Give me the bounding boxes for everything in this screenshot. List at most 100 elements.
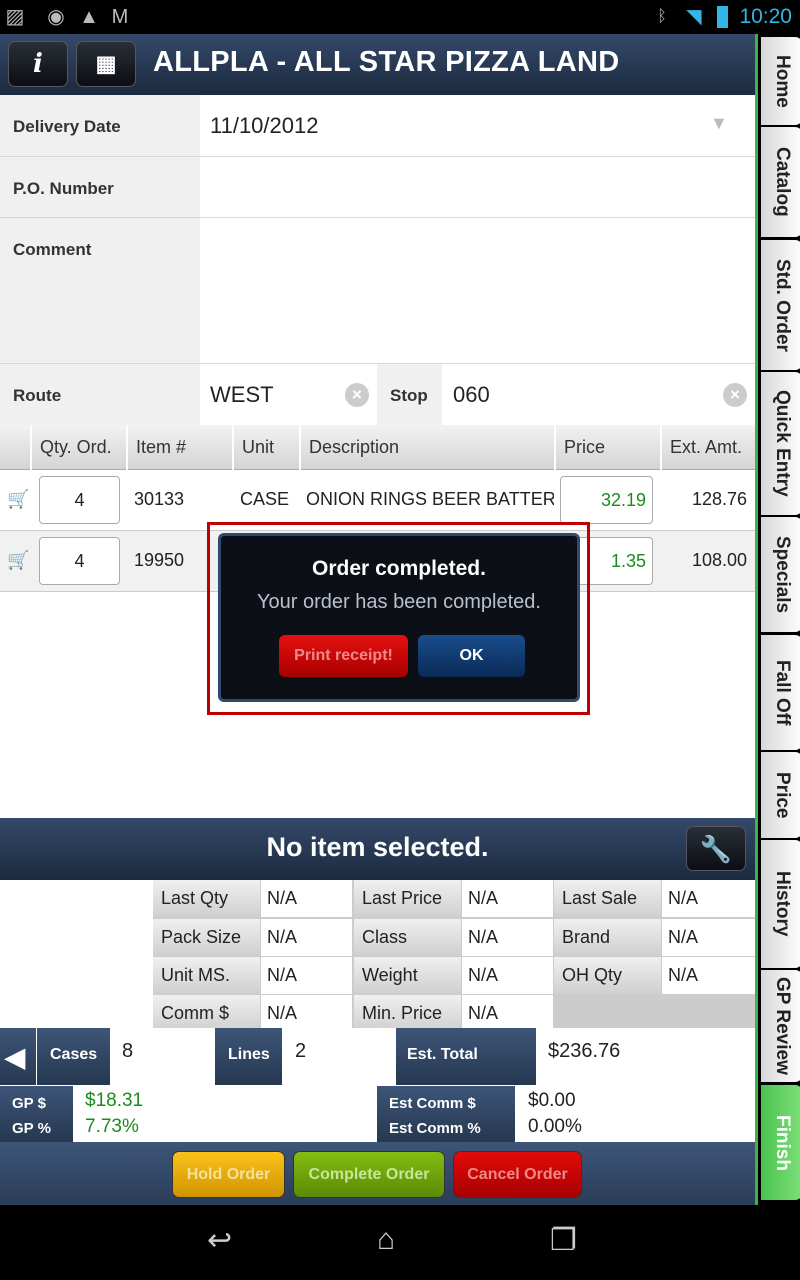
tab-gp-review[interactable]: GP Review bbox=[761, 970, 800, 1082]
col-unit[interactable]: Unit bbox=[232, 425, 299, 470]
tab-fall-off[interactable]: Fall Off bbox=[761, 635, 800, 750]
tab-specials[interactable]: Specials bbox=[761, 517, 800, 632]
settings-button[interactable]: 🔧 bbox=[686, 826, 746, 871]
detail-label: Last Sale bbox=[554, 880, 661, 917]
tab-catalog[interactable]: Catalog bbox=[761, 127, 800, 237]
tab-label: Finish bbox=[772, 1114, 793, 1171]
clear-stop-icon[interactable]: × bbox=[723, 383, 747, 407]
est-comm-dollar-label: Est Comm $ bbox=[389, 1095, 476, 1112]
gmail-icon: M bbox=[111, 6, 129, 28]
detail-label: Comm $ bbox=[153, 995, 260, 1032]
tab-label: Price bbox=[772, 771, 793, 819]
warning-icon: ▲ bbox=[79, 6, 99, 28]
col-ext-amt[interactable]: Ext. Amt. bbox=[660, 425, 755, 470]
detail-value: N/A bbox=[261, 880, 352, 917]
tab-home[interactable]: Home bbox=[761, 37, 800, 125]
item-panel-title: No item selected. bbox=[266, 832, 489, 862]
hold-order-button[interactable]: Hold Order bbox=[172, 1151, 285, 1198]
image-icon: ▨ bbox=[5, 6, 25, 28]
gp-values: $18.31 7.73% bbox=[85, 1088, 143, 1140]
est-comm-values: $0.00 0.00% bbox=[528, 1088, 582, 1140]
description: ONION RINGS BEER BATTERE bbox=[306, 489, 554, 509]
po-number-input[interactable] bbox=[210, 175, 750, 205]
route-input[interactable]: WEST bbox=[210, 382, 274, 408]
delivery-date-row: Delivery Date 11/10/2012 ▼ bbox=[0, 95, 755, 157]
col-description[interactable]: Description bbox=[299, 425, 554, 470]
comment-input[interactable] bbox=[210, 236, 750, 346]
tab-price[interactable]: Price bbox=[761, 752, 800, 838]
delivery-date-select[interactable]: 11/10/2012 bbox=[210, 113, 318, 139]
detail-value: N/A bbox=[662, 957, 755, 994]
tab-std-order[interactable]: Std. Order bbox=[761, 240, 800, 370]
detail-value: N/A bbox=[462, 919, 553, 956]
est-comm-dollar-value: $0.00 bbox=[528, 1090, 576, 1111]
info-button[interactable]: i bbox=[8, 41, 68, 87]
detail-label: Unit MS. bbox=[153, 957, 260, 994]
detail-value: N/A bbox=[462, 995, 553, 1032]
bluetooth-icon: ᛒ bbox=[657, 8, 667, 25]
collapse-arrow-icon[interactable]: ◀ bbox=[0, 1028, 36, 1085]
tab-label: Quick Entry bbox=[772, 390, 793, 497]
print-receipt-button[interactable]: Print receipt! bbox=[279, 635, 408, 677]
table-header: Qty. Ord. Item # Unit Description Price … bbox=[0, 425, 755, 470]
detail-label: OH Qty bbox=[554, 957, 661, 994]
detail-label: Min. Price bbox=[354, 995, 461, 1032]
detail-label: Brand bbox=[554, 919, 661, 956]
stop-input[interactable]: 060 bbox=[453, 382, 490, 408]
recent-apps-icon[interactable]: ❐ bbox=[550, 1223, 577, 1258]
home-icon[interactable]: ⌂ bbox=[377, 1223, 395, 1257]
tab-history[interactable]: History bbox=[761, 840, 800, 968]
calculator-button[interactable]: ▦ bbox=[76, 41, 136, 87]
side-tab-rail: Home Catalog Std. Order Quick Entry Spec… bbox=[755, 34, 800, 1205]
order-completed-dialog: Order completed. Your order has been com… bbox=[218, 533, 580, 702]
comment-label: Comment bbox=[0, 218, 200, 363]
wifi-icon: ◥ bbox=[686, 6, 702, 28]
order-actions-bar: Hold Order Complete Order Cancel Order bbox=[0, 1142, 755, 1205]
route-label: Route bbox=[0, 364, 200, 425]
comment-row: Comment bbox=[0, 218, 755, 364]
tab-label: Specials bbox=[772, 535, 793, 614]
page-title: ALLPLA - ALL STAR PIZZA LAND bbox=[153, 46, 620, 78]
est-comm-pct-label: Est Comm % bbox=[389, 1120, 481, 1137]
po-number-row: P.O. Number bbox=[0, 157, 755, 218]
gp-dollar-label: GP $ bbox=[12, 1095, 46, 1112]
price-input[interactable]: 32.19 bbox=[560, 476, 653, 524]
detail-value: N/A bbox=[261, 957, 352, 994]
stop-label: Stop bbox=[377, 364, 442, 425]
dialog-message: Your order has been completed. bbox=[257, 591, 541, 613]
po-number-label: P.O. Number bbox=[0, 157, 200, 217]
qty-input[interactable]: 4 bbox=[39, 537, 120, 585]
gp-row: GP $ GP % $18.31 7.73% Est Comm $ Est Comm … bbox=[0, 1086, 755, 1142]
back-icon[interactable]: ↩ bbox=[207, 1223, 232, 1258]
col-qty[interactable]: Qty. Ord. bbox=[30, 425, 126, 470]
complete-order-button[interactable]: Complete Order bbox=[293, 1151, 445, 1198]
delivery-date-label: Delivery Date bbox=[0, 95, 200, 156]
summary-bar: ◀ Cases 8 Lines 2 Est. Total $236.76 bbox=[0, 1028, 755, 1085]
detail-label: Class bbox=[354, 919, 461, 956]
tab-finish[interactable]: Finish bbox=[761, 1085, 800, 1200]
cart-icon[interactable]: 🛒 bbox=[7, 489, 29, 510]
col-price[interactable]: Price bbox=[554, 425, 660, 470]
detail-value: N/A bbox=[662, 880, 755, 917]
cancel-order-button[interactable]: Cancel Order bbox=[453, 1151, 582, 1198]
est-comm-pct-value: 0.00% bbox=[528, 1116, 582, 1137]
tab-label: Fall Off bbox=[772, 659, 793, 726]
detail-label: Last Qty bbox=[153, 880, 260, 917]
est-comm-labels: Est Comm $ Est Comm % bbox=[377, 1086, 515, 1142]
ok-button[interactable]: OK bbox=[418, 635, 525, 677]
col-item[interactable]: Item # bbox=[126, 425, 232, 470]
tab-quick-entry[interactable]: Quick Entry bbox=[761, 372, 800, 515]
clear-route-icon[interactable]: × bbox=[345, 383, 369, 407]
gp-pct-value: 7.73% bbox=[85, 1116, 139, 1137]
qty-input[interactable]: 4 bbox=[39, 476, 120, 524]
battery-icon bbox=[717, 6, 728, 28]
tab-label: History bbox=[772, 871, 793, 937]
cart-icon[interactable]: 🛒 bbox=[7, 550, 29, 571]
dialog-title: Order completed. bbox=[312, 557, 486, 580]
chevron-down-icon[interactable]: ▼ bbox=[710, 113, 728, 134]
tab-label: GP Review bbox=[772, 977, 793, 1075]
gp-labels: GP $ GP % bbox=[0, 1086, 73, 1142]
clock: 10:20 bbox=[739, 5, 792, 28]
lines-label: Lines bbox=[215, 1028, 282, 1085]
detail-value: N/A bbox=[261, 919, 352, 956]
